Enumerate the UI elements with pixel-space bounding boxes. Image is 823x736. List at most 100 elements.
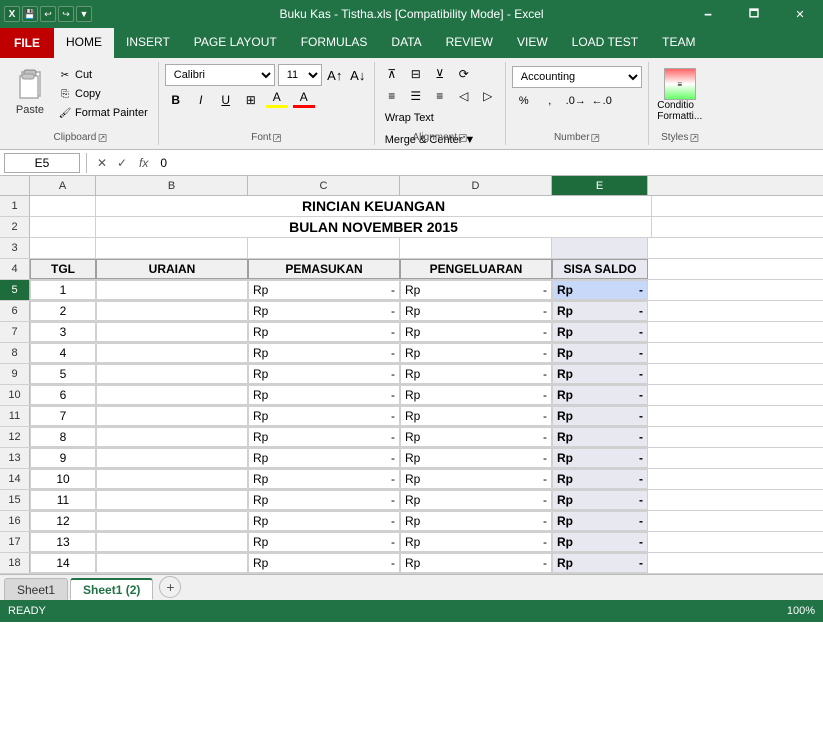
cell-e5[interactable]: Rp- <box>552 280 648 300</box>
cell-b7[interactable] <box>96 322 248 342</box>
font-expand[interactable]: ↗ <box>273 134 281 142</box>
cell-e13[interactable]: Rp- <box>552 448 648 468</box>
cell-a4[interactable]: TGL <box>30 259 96 279</box>
conditional-formatting-button[interactable]: ≡ ConditioFormatti... <box>655 64 705 124</box>
cell-c12[interactable]: Rp- <box>248 427 400 447</box>
styles-expand[interactable]: ↗ <box>690 134 698 142</box>
cell-b18[interactable] <box>96 553 248 573</box>
align-center-button[interactable]: ☰ <box>405 86 427 106</box>
cell-e14[interactable]: Rp- <box>552 469 648 489</box>
cell-a17[interactable]: 13 <box>30 532 96 552</box>
cell-b12[interactable] <box>96 427 248 447</box>
cell-c17[interactable]: Rp- <box>248 532 400 552</box>
row-header-11[interactable]: 11 <box>0 406 30 426</box>
row-header-17[interactable]: 17 <box>0 532 30 552</box>
cell-d3[interactable] <box>400 238 552 258</box>
tab-load-test[interactable]: LOAD TEST <box>560 28 650 58</box>
close-btn[interactable]: ✕ <box>777 0 823 28</box>
cell-e12[interactable]: Rp- <box>552 427 648 447</box>
col-header-c[interactable]: C <box>248 176 400 195</box>
cell-e15[interactable]: Rp- <box>552 490 648 510</box>
cell-d16[interactable]: Rp- <box>400 511 552 531</box>
clipboard-expand[interactable]: ↗ <box>98 134 106 142</box>
cell-d18[interactable]: Rp- <box>400 553 552 573</box>
paste-button[interactable]: Paste <box>8 64 52 124</box>
cell-b9[interactable] <box>96 364 248 384</box>
cell-d14[interactable]: Rp- <box>400 469 552 489</box>
cell-c6[interactable]: Rp- <box>248 301 400 321</box>
cell-a6[interactable]: 2 <box>30 301 96 321</box>
cell-c10[interactable]: Rp- <box>248 385 400 405</box>
sheet-tab-1[interactable]: Sheet1 <box>4 578 68 600</box>
cell-e18[interactable]: Rp- <box>552 553 648 573</box>
cell-a7[interactable]: 3 <box>30 322 96 342</box>
cell-a9[interactable]: 5 <box>30 364 96 384</box>
cell-d10[interactable]: Rp- <box>400 385 552 405</box>
align-bottom-button[interactable]: ⊻ <box>429 64 451 84</box>
font-shrink-button[interactable]: A↓ <box>348 65 368 85</box>
cell-b15[interactable] <box>96 490 248 510</box>
alignment-expand[interactable]: ↗ <box>459 134 467 142</box>
tab-data[interactable]: DATA <box>379 28 433 58</box>
decrease-decimal-button[interactable]: ←.0 <box>590 91 614 111</box>
cell-e6[interactable]: Rp- <box>552 301 648 321</box>
cell-b13[interactable] <box>96 448 248 468</box>
cell-b5[interactable] <box>96 280 248 300</box>
cell-a5[interactable]: 1 <box>30 280 96 300</box>
font-name-select[interactable]: Calibri <box>165 64 275 86</box>
cell-c4[interactable]: PEMASUKAN <box>248 259 400 279</box>
cell-e10[interactable]: Rp- <box>552 385 648 405</box>
cell-a14[interactable]: 10 <box>30 469 96 489</box>
italic-button[interactable]: I <box>190 89 212 111</box>
row-header-6[interactable]: 6 <box>0 301 30 321</box>
tab-insert[interactable]: INSERT <box>114 28 182 58</box>
name-box[interactable] <box>4 153 80 173</box>
cell-d15[interactable]: Rp- <box>400 490 552 510</box>
formula-input[interactable] <box>156 153 819 173</box>
row-header-18[interactable]: 18 <box>0 553 30 573</box>
cell-e4[interactable]: SISA SALDO <box>552 259 648 279</box>
col-header-e[interactable]: E <box>552 176 648 195</box>
tab-view[interactable]: VIEW <box>505 28 560 58</box>
customize-icon[interactable]: ▼ <box>76 6 92 22</box>
fx-button[interactable]: fx <box>135 156 152 170</box>
cell-a18[interactable]: 14 <box>30 553 96 573</box>
cancel-formula-button[interactable]: ✕ <box>93 154 111 172</box>
undo-icon[interactable]: ↩ <box>40 6 56 22</box>
font-grow-button[interactable]: A↑ <box>325 65 345 85</box>
minimize-btn[interactable]: 🗕 <box>685 0 731 28</box>
row-header-4[interactable]: 4 <box>0 259 30 279</box>
cell-b16[interactable] <box>96 511 248 531</box>
format-painter-button[interactable]: 🖌 Format Painter <box>54 104 152 122</box>
row-header-8[interactable]: 8 <box>0 343 30 363</box>
cell-c16[interactable]: Rp- <box>248 511 400 531</box>
cell-c7[interactable]: Rp- <box>248 322 400 342</box>
cell-a12[interactable]: 8 <box>30 427 96 447</box>
sheet-tab-2[interactable]: Sheet1 (2) <box>70 578 153 600</box>
cell-a1[interactable] <box>30 196 96 216</box>
col-header-a[interactable]: A <box>30 176 96 195</box>
cell-b3[interactable] <box>96 238 248 258</box>
cell-a16[interactable]: 12 <box>30 511 96 531</box>
comma-button[interactable]: , <box>538 91 562 111</box>
tab-formulas[interactable]: FORMULAS <box>289 28 380 58</box>
cell-merged-title2[interactable]: BULAN NOVEMBER 2015 <box>96 217 652 237</box>
cell-merged-title1[interactable]: RINCIAN KEUANGAN <box>96 196 652 216</box>
cell-d11[interactable]: Rp- <box>400 406 552 426</box>
font-color-button[interactable]: A <box>292 89 316 111</box>
cell-c11[interactable]: Rp- <box>248 406 400 426</box>
cell-b6[interactable] <box>96 301 248 321</box>
cell-c5[interactable]: Rp- <box>248 280 400 300</box>
redo-icon[interactable]: ↪ <box>58 6 74 22</box>
cell-a3[interactable] <box>30 238 96 258</box>
cell-a15[interactable]: 11 <box>30 490 96 510</box>
cell-a13[interactable]: 9 <box>30 448 96 468</box>
add-sheet-button[interactable]: + <box>159 576 181 598</box>
copy-button[interactable]: ⎘ Copy <box>54 85 152 103</box>
cell-e7[interactable]: Rp- <box>552 322 648 342</box>
align-left-button[interactable]: ≡ <box>381 86 403 106</box>
save-icon[interactable]: 💾 <box>22 6 38 22</box>
fill-color-button[interactable]: A <box>265 89 289 111</box>
cell-b10[interactable] <box>96 385 248 405</box>
bold-button[interactable]: B <box>165 89 187 111</box>
